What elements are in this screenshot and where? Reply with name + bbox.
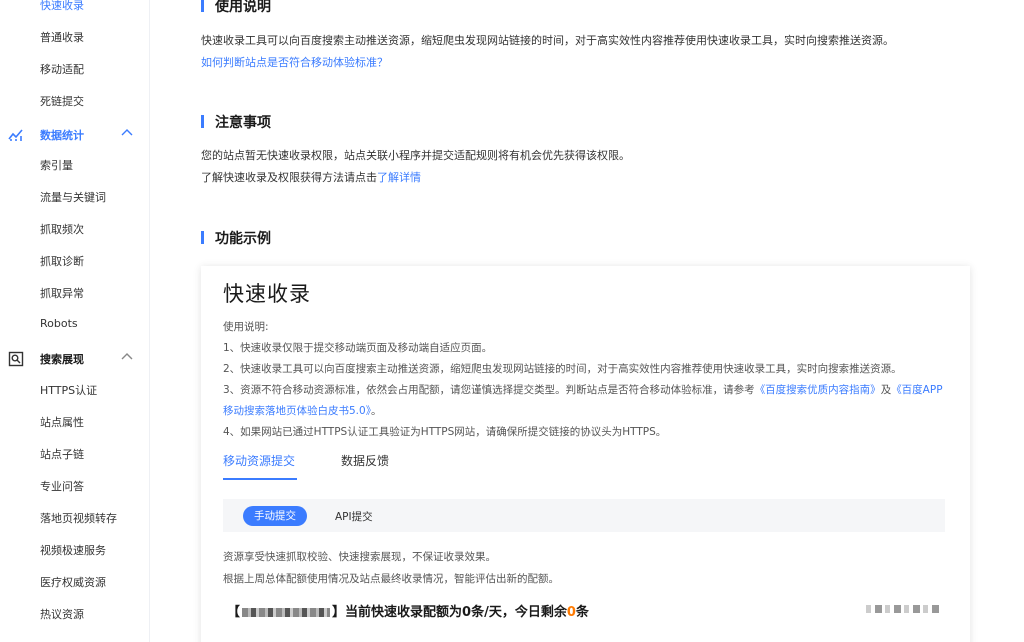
submit-mode-bar: 手动提交 API提交 <box>223 499 945 532</box>
example-card: 快速收录 使用说明: 1、快速收录仅限于提交移动端页面及移动端自适应页面。 2、… <box>201 266 970 642</box>
quota-mid: 条/天，今日剩余 <box>471 605 567 620</box>
quota-desc-2: 根据上周总体配额使用情况及站点最终收录情况，智能评估出新的配额。 <box>223 573 559 585</box>
mobile-standard-link[interactable]: 如何判断站点是否符合移动体验标准？ <box>201 54 388 70</box>
sidebar-item-qa[interactable]: 专业问答 <box>40 478 84 494</box>
usage-line-3-text: 3、资源不符合移动资源标准，依然会占用配额，请您谨慎选择提交类型。判断站点是否符… <box>223 384 755 396</box>
usage-heading: 使用说明: <box>223 321 269 333</box>
notice-text: 您的站点暂无快速收录权限，站点关联小程序并提交适配规则将有机会优先获得该权限。 <box>201 149 630 162</box>
sidebar-item-video-transfer[interactable]: 落地页视频转存 <box>40 510 117 526</box>
usage-line-2: 2、快速收录工具可以向百度搜索主动推送资源，缩短爬虫发现网站链接的时间，对于高实… <box>223 363 902 375</box>
notice-learn-more-text: 了解快速收录及权限获得方法请点击 <box>201 171 377 184</box>
sidebar-item-medical[interactable]: 医疗权威资源 <box>40 574 106 590</box>
sidebar-item-mobile-adapt[interactable]: 移动适配 <box>40 61 84 77</box>
main-content: 使用说明 快速收录工具可以向百度搜索主动推送资源，缩短爬虫发现网站链接的时间，对… <box>150 0 1024 642</box>
chevron-up-icon[interactable] <box>120 126 134 140</box>
usage-line-3: 3、资源不符合移动资源标准，依然会占用配额，请您谨慎选择提交类型。判断站点是否符… <box>223 382 943 397</box>
sidebar: 快速收录 普通收录 移动适配 死链提交 数据统计 索引量 流量与关键词 抓取频次… <box>0 0 150 642</box>
sidebar-item-video-speed[interactable]: 视频极速服务 <box>40 542 106 558</box>
quota-label: 】当前快速收录配额为 <box>332 605 463 620</box>
quota-status: 【】当前快速收录配额为0条/天，今日剩余0条 <box>227 601 589 620</box>
whitepaper-link[interactable]: 《百度APP <box>891 384 942 396</box>
quota-remaining: 0 <box>566 605 576 620</box>
sidebar-item-crawl-errors[interactable]: 抓取异常 <box>40 285 84 301</box>
notice-learn-more: 了解快速收录及权限获得方法请点击了解详情 <box>201 169 421 185</box>
search-display-icon <box>8 351 24 367</box>
sidebar-item-crawl-frequency[interactable]: 抓取频次 <box>40 221 84 237</box>
sidebar-item-normal-index[interactable]: 普通收录 <box>40 29 84 45</box>
sidebar-group-search-display[interactable]: 搜索展现 <box>0 349 150 369</box>
learn-more-link[interactable]: 了解详情 <box>377 171 421 184</box>
manual-submit-button[interactable]: 手动提交 <box>243 506 307 526</box>
sidebar-item-robots[interactable]: Robots <box>40 317 78 330</box>
sidebar-item-site-attributes[interactable]: 站点属性 <box>40 414 84 430</box>
section-title-usage: 使用说明 <box>201 0 271 16</box>
sidebar-item-hot-topics[interactable]: 热议资源 <box>40 606 84 622</box>
sidebar-item-fast-index[interactable]: 快速收录 <box>40 0 84 13</box>
section-title-example: 功能示例 <box>201 228 271 248</box>
sidebar-group-label: 搜索展现 <box>40 353 84 366</box>
quota-bracket-open: 【 <box>227 605 241 620</box>
chevron-up-icon[interactable] <box>120 350 134 364</box>
usage-text: 快速收录工具可以向百度搜索主动推送资源，缩短爬虫发现网站链接的时间，对于高实效性… <box>201 34 894 47</box>
sidebar-group-label: 数据统计 <box>40 129 84 142</box>
section-title-notice: 注意事项 <box>201 112 271 132</box>
quota-value: 0 <box>462 605 472 620</box>
quota-unit: 条 <box>575 605 589 620</box>
tab-active-indicator <box>223 478 297 480</box>
tab-mobile-submit[interactable]: 移动资源提交 <box>223 452 295 469</box>
chart-icon <box>8 129 23 141</box>
api-submit-button[interactable]: API提交 <box>335 509 373 524</box>
usage-line-3-end: 。 <box>370 405 382 417</box>
masked-info <box>866 605 942 613</box>
usage-line-3-cont: 移动搜索落地页体验白皮书5.0》。 <box>223 403 381 418</box>
tab-data-feedback[interactable]: 数据反馈 <box>341 452 389 469</box>
masked-site-name <box>242 608 331 617</box>
usage-line-4: 4、如果网站已通过HTTPS认证工具验证为HTTPS网站，请确保所提交链接的协议… <box>223 426 667 438</box>
sidebar-item-crawl-diagnosis[interactable]: 抓取诊断 <box>40 253 84 269</box>
quota-desc-1: 资源享受快速抓取校验、快速搜索展现，不保证收录效果。 <box>223 551 496 563</box>
whitepaper-link-cont[interactable]: 移动搜索落地页体验白皮书5.0》 <box>223 405 371 417</box>
quality-guide-link[interactable]: 《百度搜索优质内容指南》 <box>755 384 881 396</box>
card-title: 快速收录 <box>223 282 311 306</box>
sidebar-item-index-volume[interactable]: 索引量 <box>40 157 73 173</box>
sidebar-item-sitelinks[interactable]: 站点子链 <box>40 446 84 462</box>
sidebar-item-https[interactable]: HTTPS认证 <box>40 382 97 398</box>
sidebar-item-traffic-keywords[interactable]: 流量与关键词 <box>40 189 106 205</box>
sidebar-group-data-stats[interactable]: 数据统计 <box>0 125 150 145</box>
sidebar-item-deadlink[interactable]: 死链提交 <box>40 93 84 109</box>
usage-line-1: 1、快速收录仅限于提交移动端页面及移动端自适应页面。 <box>223 342 493 354</box>
usage-line-3-and: 及 <box>880 384 892 396</box>
